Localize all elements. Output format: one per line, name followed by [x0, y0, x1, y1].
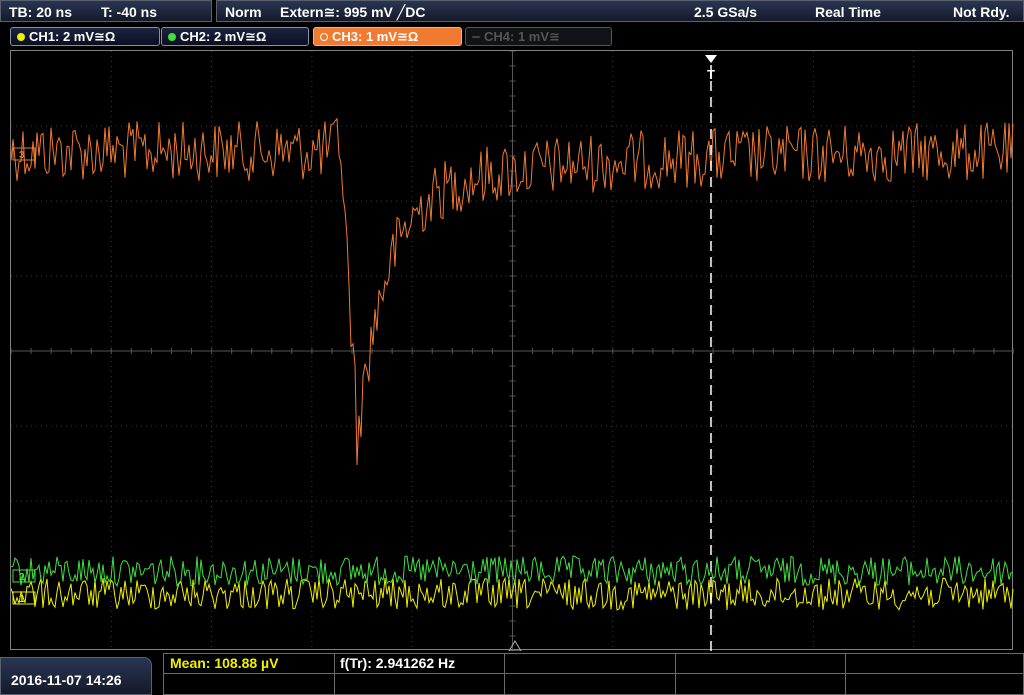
- status-bar: TB: 20 ns T: -40 ns Norm Extern≅: 995 mV…: [0, 0, 1024, 24]
- ch2-indicator-icon: [168, 32, 176, 41]
- tab-ch4[interactable]: CH4: 1 mV≅: [465, 27, 612, 46]
- channel-tabs: CH1: 2 mV≅Ω CH2: 2 mV≅Ω CH3: 1 mV≅Ω CH4:…: [0, 25, 1024, 48]
- frequency-measurement: f(Tr): 2.941262 Hz: [340, 655, 456, 671]
- sample-rate-label: 2.5 GSa/s: [694, 4, 758, 20]
- ch2-marker-label: 2: [19, 572, 25, 583]
- timebase-label: TB: 20 ns: [9, 4, 73, 20]
- datetime-box: 2016-11-07 14:26: [0, 657, 152, 695]
- ch1-label: CH1: 2 mV≅Ω: [29, 29, 116, 44]
- measurement-panel[interactable]: Mean: 108.88 µV f(Tr): 2.941262 Hz: [163, 653, 1024, 695]
- timebase-box[interactable]: TB: 20 ns T: -40 ns: [0, 0, 212, 22]
- ch3-label: CH3: 1 mV≅Ω: [332, 29, 419, 44]
- waveform-svg: T 3 2 1: [11, 51, 1014, 651]
- ch4-indicator-icon: [472, 35, 480, 38]
- ch4-label: CH4: 1 mV≅: [484, 29, 560, 44]
- ch1-marker-label: 1: [19, 594, 25, 605]
- trigger-offset-label: T: -40 ns: [101, 4, 158, 20]
- waveform-display[interactable]: T 3 2 1: [10, 50, 1014, 651]
- trigger-mode-label: Norm: [225, 4, 262, 20]
- datetime-label: 2016-11-07 14:26: [11, 672, 122, 688]
- trigger-source-label: Extern≅: 995 mV ╱DC: [280, 4, 426, 20]
- acquisition-mode-label: Real Time: [815, 4, 881, 20]
- ch1-indicator-icon: [17, 32, 25, 41]
- ch3-indicator-icon: [320, 32, 328, 41]
- trigger-offset-marker-icon[interactable]: [508, 640, 522, 651]
- tab-ch1[interactable]: CH1: 2 mV≅Ω: [10, 27, 160, 46]
- tab-ch3[interactable]: CH3: 1 mV≅Ω: [313, 27, 462, 46]
- acquisition-status-box[interactable]: Norm Extern≅: 995 mV ╱DC 2.5 GSa/s Real …: [216, 0, 1024, 22]
- ch3-marker-label: 3: [19, 150, 25, 161]
- run-status-label: Not Rdy.: [953, 4, 1010, 20]
- trigger-position-icon[interactable]: [705, 55, 717, 63]
- bottom-bar: 2016-11-07 14:26 Mean: 108.88 µV f(Tr): …: [0, 651, 1024, 695]
- trigger-label: T: [707, 67, 715, 82]
- mean-measurement: Mean: 108.88 µV: [170, 655, 279, 671]
- tab-ch2[interactable]: CH2: 2 mV≅Ω: [161, 27, 309, 46]
- ch2-label: CH2: 2 mV≅Ω: [180, 29, 267, 44]
